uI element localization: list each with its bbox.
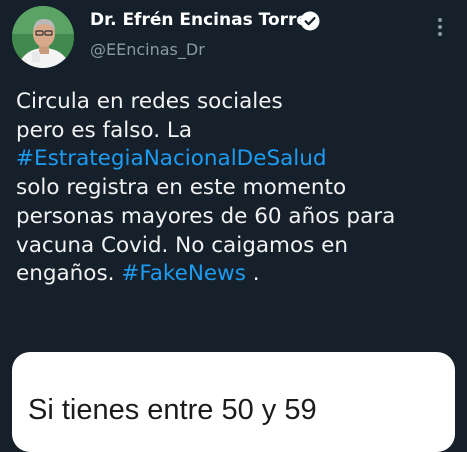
media-image-text: Si tienes entre 50 y 59 — [28, 394, 317, 426]
tweet-text-line: pero es falso. La — [16, 117, 193, 143]
media-image[interactable]: Si tienes entre 50 y 59 — [12, 352, 455, 452]
tweet-text-line: vacuna Covid. No caigamos en — [16, 232, 349, 258]
tweet-text-line: solo registra en este momento — [16, 175, 347, 201]
hashtag-link[interactable]: #FakeNews — [121, 261, 246, 286]
tweet-text-fragment: . — [245, 261, 260, 287]
tweet-card[interactable]: Dr. Efrén Encinas Torres @EEncinas_Dr Ci… — [0, 0, 467, 452]
hashtag-link[interactable]: #EstrategiaNacionalDeSalud — [16, 145, 456, 174]
tweet-text-line: Circula en redes sociales — [16, 89, 283, 114]
tweet-text-line-last: engaños. #FakeNews . — [16, 260, 456, 289]
author-handle[interactable]: @EEncinas_Dr — [90, 40, 205, 59]
avatar[interactable] — [12, 6, 74, 68]
avatar-photo — [12, 6, 74, 68]
tweet-text-fragment: engaños. — [16, 261, 115, 287]
author-name[interactable]: Dr. Efrén Encinas Torres — [90, 10, 318, 30]
verified-badge-icon — [300, 11, 320, 31]
tweet-text-line: personas mayores de 60 años para — [16, 203, 396, 229]
more-vertical-icon[interactable] — [432, 15, 448, 39]
tweet-text: Circula en redes sociales pero es falso.… — [16, 88, 456, 289]
